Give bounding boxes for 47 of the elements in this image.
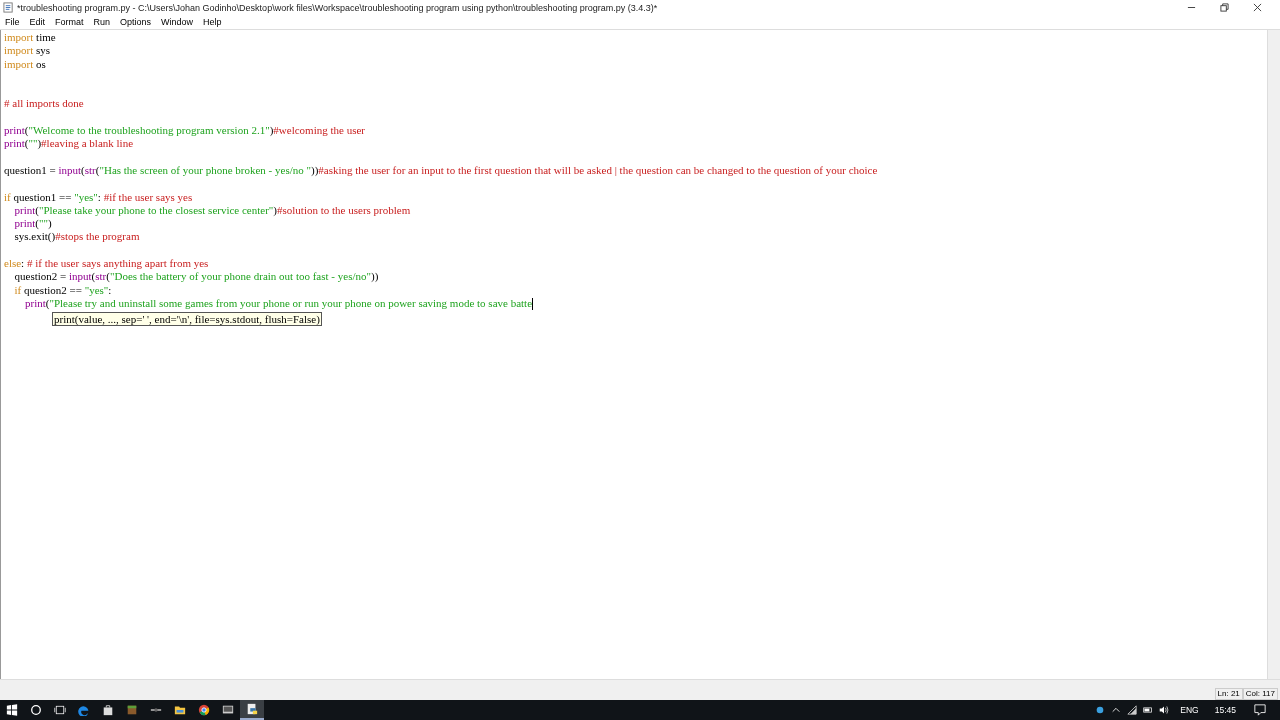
code-line: print("Welcome to the troubleshooting program version 2.1")#welcoming the user [4,124,365,138]
edge-icon[interactable] [78,704,90,716]
menu-item[interactable]: Options [117,17,155,27]
code-line: print("Please try and uninstall some games from your phone or run your phone on power saving mode to save batte [25,296,533,311]
code-line: if question1 == "yes": #if the user says yes [4,190,193,204]
code-line: question2 = input(str("Does the battery of your phone drain out too fast - yes/no")) [14,270,379,284]
search-icon[interactable] [30,704,42,716]
horizontal-scrollbar[interactable] [0,679,1280,688]
windows-start-icon[interactable] [6,704,18,716]
menu-item[interactable]: Run [90,17,114,27]
block-icon[interactable] [126,704,138,716]
code-line: question1 = input(str("Has the screen of your phone broken - yes/no "))#asking the user for an input to the first question that will be asked | the question can be changed to the question of your choice [4,163,878,178]
monitor-icon[interactable] [222,704,234,716]
volume-icon[interactable] [1159,705,1170,715]
language-indicator[interactable]: ENG [1180,705,1199,715]
chrome-icon[interactable] [198,704,210,716]
python-editor-icon[interactable] [246,703,258,715]
code-line: else: # if the user says anything apart from yes [4,257,209,271]
menu-item[interactable]: Help [200,17,225,27]
code-line: import os [4,57,46,71]
code-line: import sys [4,44,51,58]
code-line: if question2 == "yes": [14,283,112,297]
wifi-icon[interactable] [1127,705,1138,715]
battery-icon[interactable] [1143,705,1154,715]
calltip: print(value, ..., sep=' ', end='\n', file=sys.stdout, flush=False) [52,312,322,327]
window-title: *troubleshooting program.py - C:\Users\Johan Godinho\Desktop\work files\Workspace\troubleshooting program using python\troubleshooting program.py (3.4.3)* [17,2,658,13]
code-line: import time [4,31,56,45]
restore-icon[interactable] [1220,3,1229,12]
store-icon[interactable] [102,704,114,716]
clock[interactable]: 15:45 [1214,705,1236,715]
menu-item[interactable]: Edit [26,17,49,27]
folder-icon[interactable] [174,704,186,716]
line-number: Ln: 21 [1214,688,1243,700]
code-line: sys.exit()#stops the program [14,230,140,244]
menu-item[interactable]: Window [158,17,197,27]
code-line: # all imports done [4,97,84,111]
chevron-up-icon[interactable] [1111,705,1122,715]
notification-icon[interactable] [1254,704,1266,716]
close-icon[interactable] [1253,3,1262,12]
code-line: print("")#leaving a blank line [4,137,134,151]
column-number: Col: 117 [1242,688,1278,700]
menu-item[interactable]: Format [52,17,87,27]
vertical-scrollbar[interactable] [1267,30,1280,679]
task-view-icon[interactable] [54,704,66,716]
code-line: print("") [14,217,52,231]
code-line: print("Please take your phone to the closest service center")#solution to the users problem [14,203,411,218]
menu-item[interactable]: File [2,17,23,27]
